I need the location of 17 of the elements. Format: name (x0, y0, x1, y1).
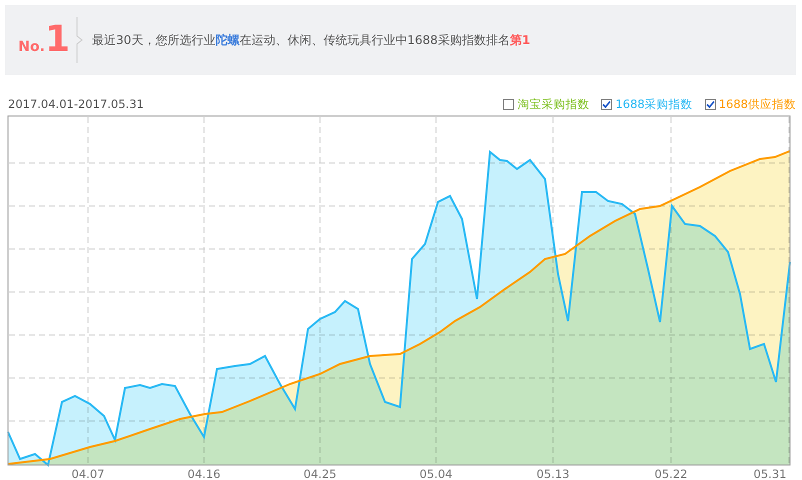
ranking-sentence: 最近30天，您所选行业陀螺在运动、休闲、传统玩具行业中1688采购指数排名第1 (92, 32, 530, 48)
checkbox[interactable] (704, 98, 716, 110)
checkbox[interactable] (601, 98, 612, 110)
rank-number: 1 (44, 22, 70, 58)
legend-item[interactable]: 1688采购指数 (601, 96, 693, 112)
x-axis-label: 05.22 (654, 467, 688, 480)
x-axis-label: 05.31 (754, 467, 786, 480)
x-axis-label: 05.04 (420, 467, 452, 480)
x-axis-label: 04.25 (304, 467, 336, 480)
legend-item[interactable]: 1688供应指数 (704, 96, 796, 112)
x-axis-label: 04.16 (188, 467, 220, 480)
date-range: 2017.04.01-2017.05.31 (8, 97, 144, 111)
x-axis-label: 05.13 (536, 467, 570, 480)
rank-prefix: No. (18, 39, 45, 55)
legend-item[interactable]: 淘宝采购指数 (503, 96, 590, 112)
checkbox[interactable] (503, 98, 514, 110)
x-axis-label: 04.07 (72, 467, 104, 480)
